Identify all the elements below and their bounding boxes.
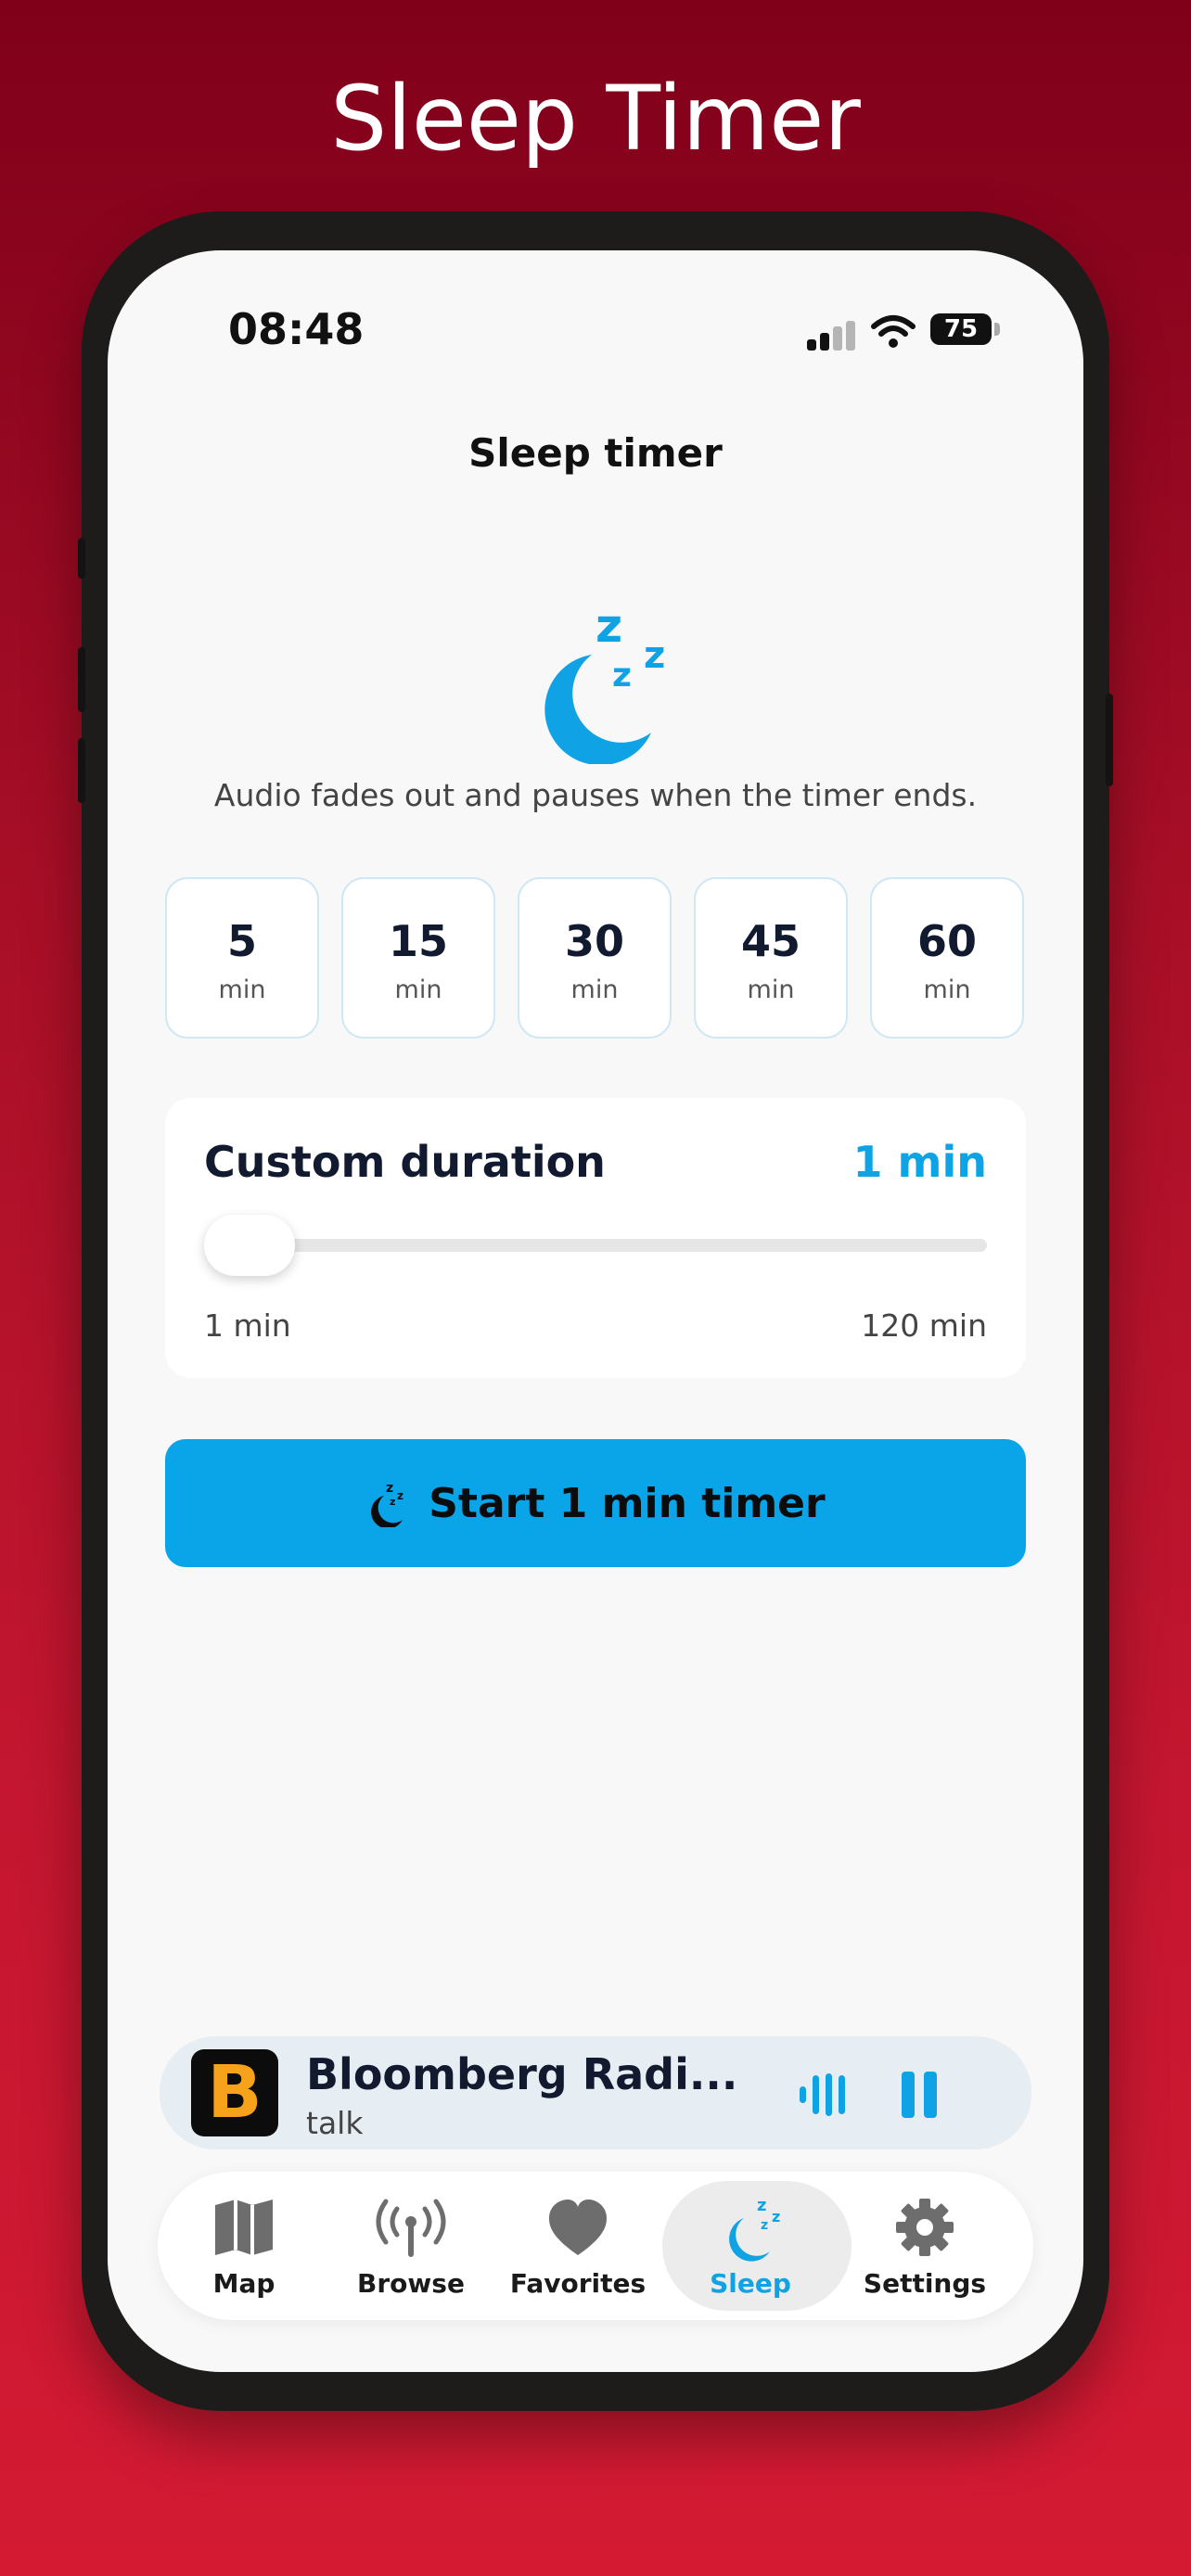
battery-tip — [994, 323, 1000, 336]
promo-title: Sleep Timer — [330, 67, 861, 171]
svg-text:z: z — [761, 2218, 768, 2233]
wifi-icon — [871, 315, 916, 348]
preset-value: 45 — [740, 916, 800, 966]
svg-text:z: z — [757, 2198, 766, 2215]
svg-text:z: z — [596, 599, 622, 653]
svg-text:z: z — [612, 657, 632, 695]
status-time: 08:48 — [228, 304, 365, 354]
phone-screen: 08:48 75 Sleep timer z z z Audio fades o… — [108, 250, 1083, 2372]
heart-icon — [549, 2200, 607, 2255]
cellular-signal-icon — [807, 321, 855, 351]
tab-label: Browse — [357, 2268, 465, 2299]
preset-60-min-button[interactable]: 60 min — [870, 877, 1024, 1039]
preset-30-min-button[interactable]: 30 min — [518, 877, 672, 1039]
preset-5-min-button[interactable]: 5 min — [165, 877, 319, 1039]
start-timer-label: Start 1 min timer — [429, 1479, 826, 1527]
duration-slider-track[interactable] — [204, 1239, 987, 1252]
svg-text:z: z — [397, 1489, 403, 1502]
preset-value: 15 — [388, 916, 448, 966]
tab-label: Map — [212, 2268, 275, 2299]
duration-slider-thumb[interactable] — [204, 1215, 295, 1276]
tab-settings[interactable]: Settings — [842, 2172, 1007, 2320]
preset-value: 30 — [564, 916, 624, 966]
start-timer-button[interactable]: z z z Start 1 min timer — [165, 1439, 1026, 1567]
tab-label: Sleep — [710, 2268, 791, 2299]
equalizer-icon[interactable] — [798, 2072, 850, 2118]
mute-switch — [78, 538, 85, 579]
station-genre: talk — [306, 2105, 364, 2141]
now-playing-bar[interactable]: B Bloomberg Radi... talk — [160, 2036, 1031, 2149]
moon-zzz-icon: z z z — [544, 599, 665, 764]
pause-icon[interactable] — [900, 2072, 941, 2118]
moon-zzz-icon: z z z — [371, 1481, 403, 1527]
tab-label: Favorites — [509, 2268, 647, 2299]
tab-sleep[interactable]: z z z Sleep — [662, 2172, 852, 2320]
custom-duration-label: Custom duration — [204, 1137, 606, 1187]
svg-text:z: z — [644, 634, 665, 677]
custom-duration-value: 1 min — [852, 1137, 987, 1187]
station-logo: B — [191, 2049, 278, 2136]
svg-text:z: z — [386, 1481, 393, 1496]
preset-unit: min — [570, 976, 619, 1004]
power-button — [1106, 694, 1113, 786]
battery-icon: 75 — [930, 313, 992, 345]
preset-unit: min — [923, 976, 971, 1004]
volume-down-button — [78, 738, 85, 803]
description-text: Audio fades out and pauses when the time… — [213, 777, 978, 813]
gear-icon — [896, 2199, 954, 2256]
station-name: Bloomberg Radi... — [306, 2049, 738, 2099]
preset-value: 5 — [226, 916, 257, 966]
preset-unit: min — [218, 976, 266, 1004]
antenna-icon — [376, 2199, 446, 2257]
tab-favorites[interactable]: Favorites — [495, 2172, 660, 2320]
moon-zzz-icon: z z z — [729, 2198, 780, 2262]
slider-min-label: 1 min — [204, 1307, 291, 1344]
page-title: Sleep timer — [468, 430, 723, 476]
volume-up-button — [78, 647, 85, 712]
preset-value: 60 — [916, 916, 977, 966]
svg-text:z: z — [772, 2208, 780, 2225]
preset-unit: min — [394, 976, 442, 1004]
custom-duration-card: Custom duration 1 min 1 min 120 min — [165, 1098, 1026, 1378]
tab-browse[interactable]: Browse — [328, 2172, 493, 2320]
tab-label: Settings — [863, 2268, 987, 2299]
svg-text:z: z — [390, 1496, 395, 1508]
map-icon — [215, 2200, 273, 2255]
tab-map[interactable]: Map — [161, 2172, 327, 2320]
slider-max-label: 120 min — [861, 1307, 987, 1344]
tab-bar: Map Browse Favorites z z z Sleep Setting… — [158, 2172, 1033, 2320]
preset-unit: min — [747, 976, 795, 1004]
preset-15-min-button[interactable]: 15 min — [341, 877, 495, 1039]
preset-45-min-button[interactable]: 45 min — [694, 877, 848, 1039]
